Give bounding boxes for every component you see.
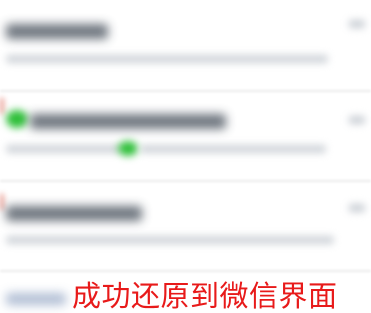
chat-snippet-blurred: [140, 145, 326, 153]
chat-title-blurred: [30, 114, 226, 129]
chat-list-item[interactable]: [0, 0, 371, 88]
wechat-emoji-icon: [6, 110, 28, 128]
chat-snippet-blurred: [6, 236, 334, 244]
chat-time-blurred: [349, 20, 365, 28]
chat-time-blurred: [349, 116, 365, 124]
chat-list: [0, 0, 371, 313]
divider: [0, 90, 371, 92]
chat-snippet-blurred: [6, 55, 328, 63]
chat-time-blurred: [349, 204, 365, 212]
success-caption: 成功还原到微信界面: [72, 279, 338, 313]
wechat-emoji-icon: [118, 141, 138, 156]
unread-marker: [0, 98, 4, 114]
chat-list-item[interactable]: [0, 188, 371, 276]
chat-title-blurred: [6, 24, 108, 39]
divider: [0, 270, 371, 272]
chat-snippet-blurred: [6, 145, 122, 153]
chat-title-blurred: [6, 206, 142, 221]
chat-title-blurred: [6, 293, 66, 305]
divider: [0, 180, 371, 182]
unread-marker: [0, 194, 4, 210]
chat-list-item[interactable]: [0, 94, 371, 182]
